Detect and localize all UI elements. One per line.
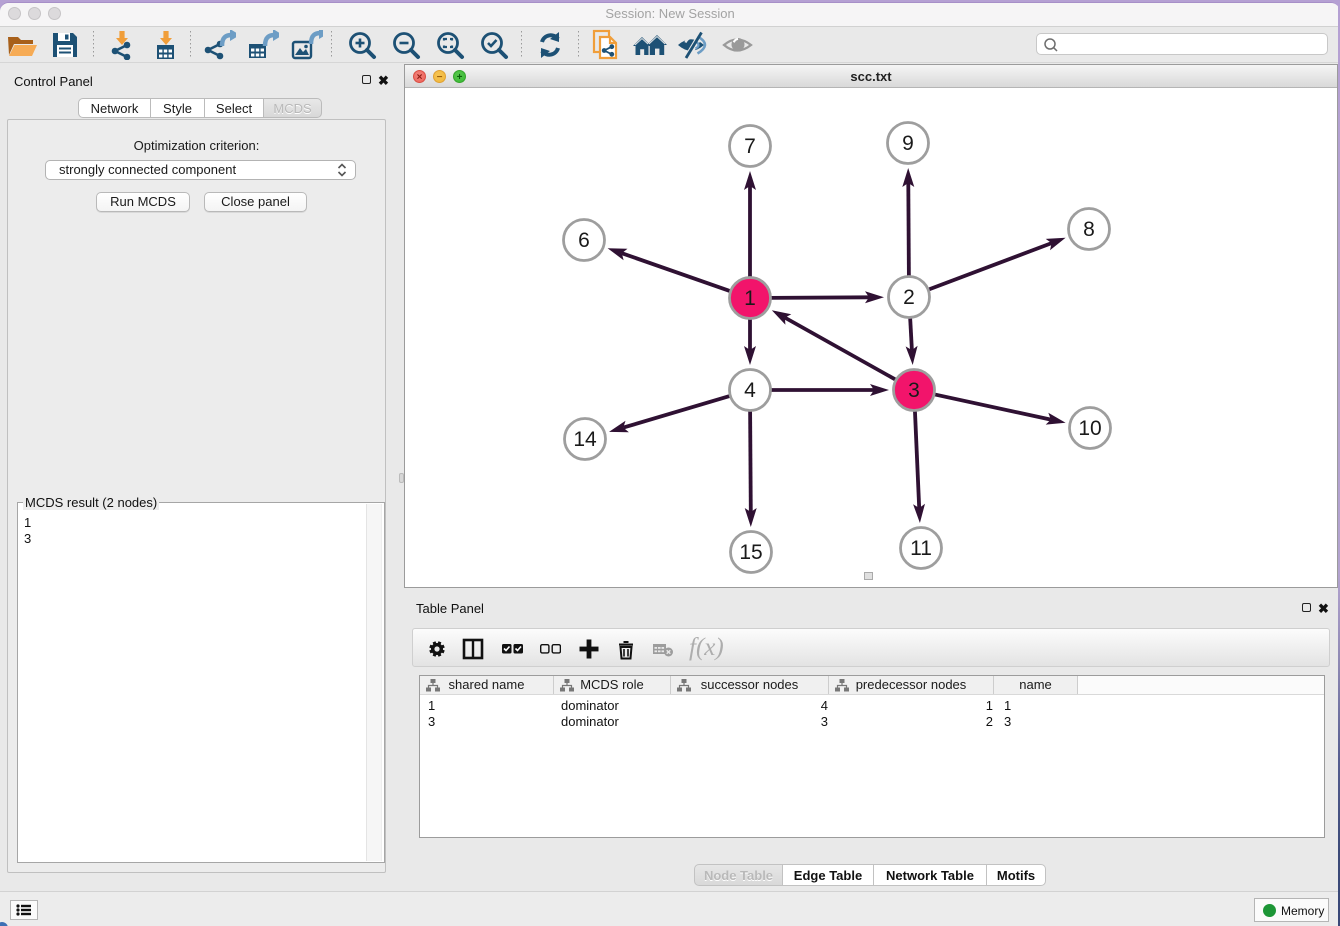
svg-text:9: 9 — [902, 132, 914, 155]
svg-text:3: 3 — [908, 379, 920, 402]
svg-text:2: 2 — [903, 286, 915, 309]
svg-text:8: 8 — [1083, 218, 1095, 241]
svg-text:15: 15 — [739, 541, 762, 564]
svg-text:4: 4 — [744, 379, 756, 402]
svg-text:10: 10 — [1078, 417, 1101, 440]
svg-text:6: 6 — [578, 229, 590, 252]
svg-text:14: 14 — [573, 428, 597, 451]
svg-text:7: 7 — [744, 135, 756, 158]
svg-text:1: 1 — [744, 287, 756, 310]
svg-text:11: 11 — [910, 537, 932, 560]
